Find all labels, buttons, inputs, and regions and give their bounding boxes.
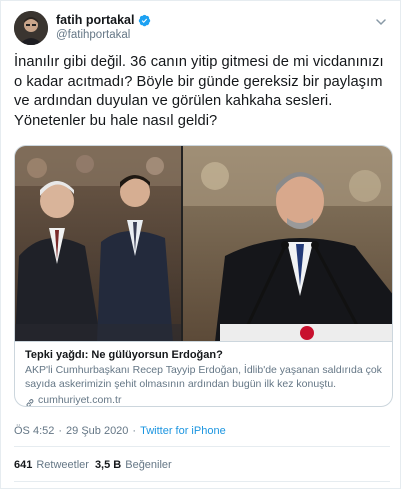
tweet-time[interactable]: ÖS 4:52 — [14, 425, 54, 437]
tweet-stats: 641 Retweetler 3,5 B Beğeniler — [14, 459, 172, 471]
meta-separator: · — [132, 425, 137, 437]
display-name[interactable]: fatih portakal — [56, 13, 135, 27]
divider — [14, 446, 390, 447]
retweets-count: 641 — [14, 459, 33, 471]
card-body[interactable]: Tepki yağdı: Ne gülüyorsun Erdoğan? AKP'… — [25, 349, 385, 406]
tweet-container: fatih portakal @fatihportakal İnanılır g… — [0, 0, 401, 489]
likes-label: Beğeniler — [125, 459, 172, 471]
retweets-label: Retweetler — [36, 459, 89, 471]
likes-stat[interactable]: 3,5 B Beğeniler — [95, 459, 172, 471]
meta-separator: · — [58, 425, 63, 437]
avatar[interactable] — [14, 11, 48, 45]
tweet-source-link[interactable]: Twitter for iPhone — [140, 425, 226, 437]
likes-count: 3,5 B — [94, 459, 122, 471]
tweet-header: fatih portakal @fatihportakal — [14, 11, 390, 45]
tweet-text: İnanılır gibi değil. 36 canın yitip gitm… — [14, 54, 384, 129]
card-image[interactable] — [15, 146, 392, 342]
tweet-date[interactable]: 29 Şub 2020 — [66, 425, 128, 437]
card-title: Tepki yağdı: Ne gülüyorsun Erdoğan? — [25, 349, 223, 361]
card-description: AKP'li Cumhurbaşkanı Recep Tayyip Erdoğa… — [25, 364, 382, 390]
user-handle[interactable]: @fatihportakal — [56, 29, 151, 41]
card-domain: cumhuriyet.com.tr — [38, 394, 122, 406]
link-icon — [25, 395, 35, 406]
user-names: fatih portakal @fatihportakal — [56, 13, 151, 41]
tweet-meta: ÖS 4:52 · 29 Şub 2020 · Twitter for iPho… — [14, 425, 226, 437]
link-card[interactable]: Tepki yağdı: Ne gülüyorsun Erdoğan? AKP'… — [14, 145, 393, 407]
retweets-stat[interactable]: 641 Retweetler — [14, 459, 89, 471]
verified-badge-icon — [138, 14, 151, 27]
divider — [14, 481, 390, 482]
chevron-down-icon[interactable] — [374, 15, 388, 29]
